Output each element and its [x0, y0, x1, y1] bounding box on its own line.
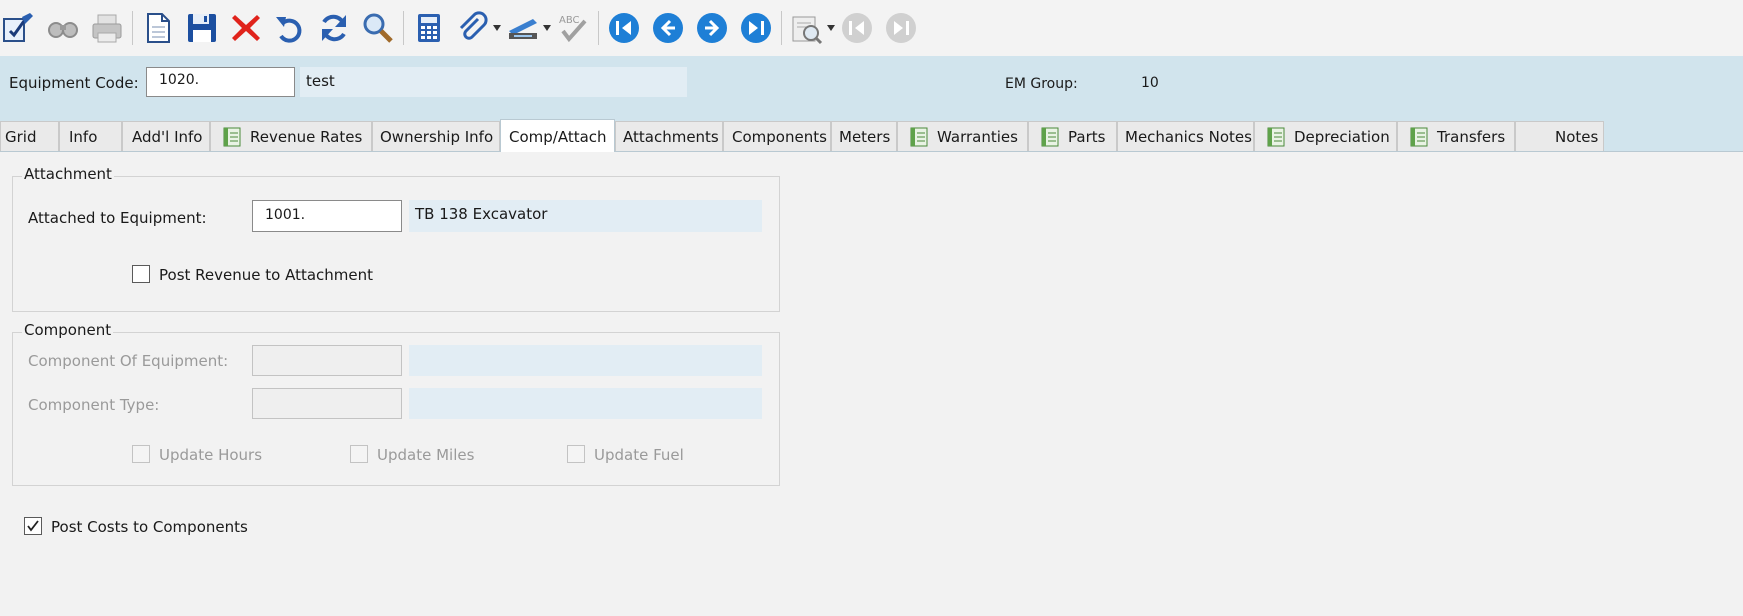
equipment-code-label: Equipment Code: — [9, 74, 139, 92]
attached-to-equipment-input[interactable]: 1001. — [252, 200, 402, 232]
component-type-description — [409, 388, 762, 419]
update-hours-label: Update Hours — [159, 446, 263, 464]
tab-mechanics-notes[interactable]: Mechanics Notes — [1117, 121, 1254, 151]
tab-components[interactable]: Components — [723, 121, 831, 151]
em-group-label: EM Group: — [1005, 76, 1078, 92]
new-document-icon[interactable] — [139, 8, 177, 48]
spellcheck-icon[interactable]: ABC — [554, 8, 592, 48]
form-icon — [223, 127, 241, 147]
form-icon — [1267, 127, 1285, 147]
tab-warranties[interactable]: Warranties — [897, 121, 1028, 151]
printer-icon[interactable] — [88, 8, 126, 48]
component-of-equipment-label: Component Of Equipment: — [28, 352, 229, 370]
scanner-dropdown-arrow[interactable] — [542, 8, 552, 48]
print-preview-icon[interactable] — [788, 8, 826, 48]
search-icon[interactable] — [359, 8, 397, 48]
calculator-icon[interactable] — [410, 8, 448, 48]
comp-attach-panel: Attachment Attached to Equipment: 1001. … — [0, 152, 1743, 616]
update-miles-checkbox[interactable] — [350, 445, 368, 463]
tab-revenue-rates[interactable]: Revenue Rates — [210, 121, 372, 151]
attachment-group — [12, 176, 780, 312]
toolbar-separator — [403, 11, 404, 45]
refresh-icon[interactable] — [315, 8, 353, 48]
form-icon — [910, 127, 928, 147]
undo-icon[interactable] — [271, 8, 309, 48]
tab-attachments[interactable]: Attachments — [615, 121, 723, 151]
tab-bar: Grid Info Add'l Info Revenue Rates Owner… — [0, 119, 1743, 153]
tab-depreciation[interactable]: Depreciation — [1254, 121, 1397, 151]
form-icon — [1041, 127, 1059, 147]
component-of-equipment-description — [409, 345, 762, 376]
toolbar: ABC — [0, 0, 1743, 56]
post-revenue-label: Post Revenue to Attachment — [159, 266, 374, 284]
post-costs-label: Post Costs to Components — [51, 518, 248, 536]
update-miles-label: Update Miles — [377, 446, 475, 464]
first-record-icon[interactable] — [605, 8, 643, 48]
binoculars-icon[interactable] — [44, 8, 82, 48]
scanner-icon[interactable] — [504, 8, 542, 48]
tab-comp-attach[interactable]: Comp/Attach — [500, 119, 615, 153]
toolbar-separator — [781, 11, 782, 45]
nav-forward-disabled-icon — [882, 8, 920, 48]
post-revenue-checkbox[interactable] — [132, 265, 150, 283]
attached-to-equipment-label: Attached to Equipment: — [28, 209, 207, 227]
tab-parts[interactable]: Parts — [1028, 121, 1117, 151]
tab-addl-info[interactable]: Add'l Info — [122, 121, 210, 151]
tab-ownership-info[interactable]: Ownership Info — [372, 121, 500, 151]
equipment-description: test — [300, 67, 687, 97]
tab-info[interactable]: Info — [59, 121, 122, 151]
toolbar-separator — [598, 11, 599, 45]
update-fuel-checkbox[interactable] — [567, 445, 585, 463]
tab-notes[interactable]: Notes — [1515, 121, 1604, 151]
previous-record-icon[interactable] — [649, 8, 687, 48]
attachment-icon[interactable] — [454, 8, 492, 48]
attached-equipment-description: TB 138 Excavator — [409, 200, 762, 232]
update-fuel-label: Update Fuel — [594, 446, 684, 464]
record-header: Equipment Code: 1020. test EM Group: 10 — [0, 56, 1743, 120]
last-record-icon[interactable] — [737, 8, 775, 48]
component-type-label: Component Type: — [28, 396, 160, 414]
em-group-value: 10 — [1141, 75, 1159, 91]
component-of-equipment-input[interactable] — [252, 345, 402, 376]
post-costs-checkbox[interactable] — [24, 517, 42, 535]
checkmark-icon — [27, 520, 39, 532]
tab-grid[interactable]: Grid — [0, 121, 59, 151]
edit-icon[interactable] — [0, 8, 38, 48]
tab-transfers[interactable]: Transfers — [1397, 121, 1515, 151]
toolbar-separator — [132, 11, 133, 45]
update-hours-checkbox[interactable] — [132, 445, 150, 463]
component-group-title: Component — [22, 321, 114, 339]
tab-meters[interactable]: Meters — [831, 121, 897, 151]
nav-back-disabled-icon — [838, 8, 876, 48]
form-icon — [1410, 127, 1428, 147]
component-type-input[interactable] — [252, 388, 402, 419]
save-icon[interactable] — [183, 8, 221, 48]
attachment-group-title: Attachment — [22, 165, 114, 183]
equipment-code-input[interactable]: 1020. — [146, 67, 295, 97]
attachment-dropdown-arrow[interactable] — [492, 8, 502, 48]
delete-icon[interactable] — [227, 8, 265, 48]
print-preview-dropdown-arrow[interactable] — [826, 8, 836, 48]
next-record-icon[interactable] — [693, 8, 731, 48]
svg-text:ABC: ABC — [559, 15, 580, 26]
